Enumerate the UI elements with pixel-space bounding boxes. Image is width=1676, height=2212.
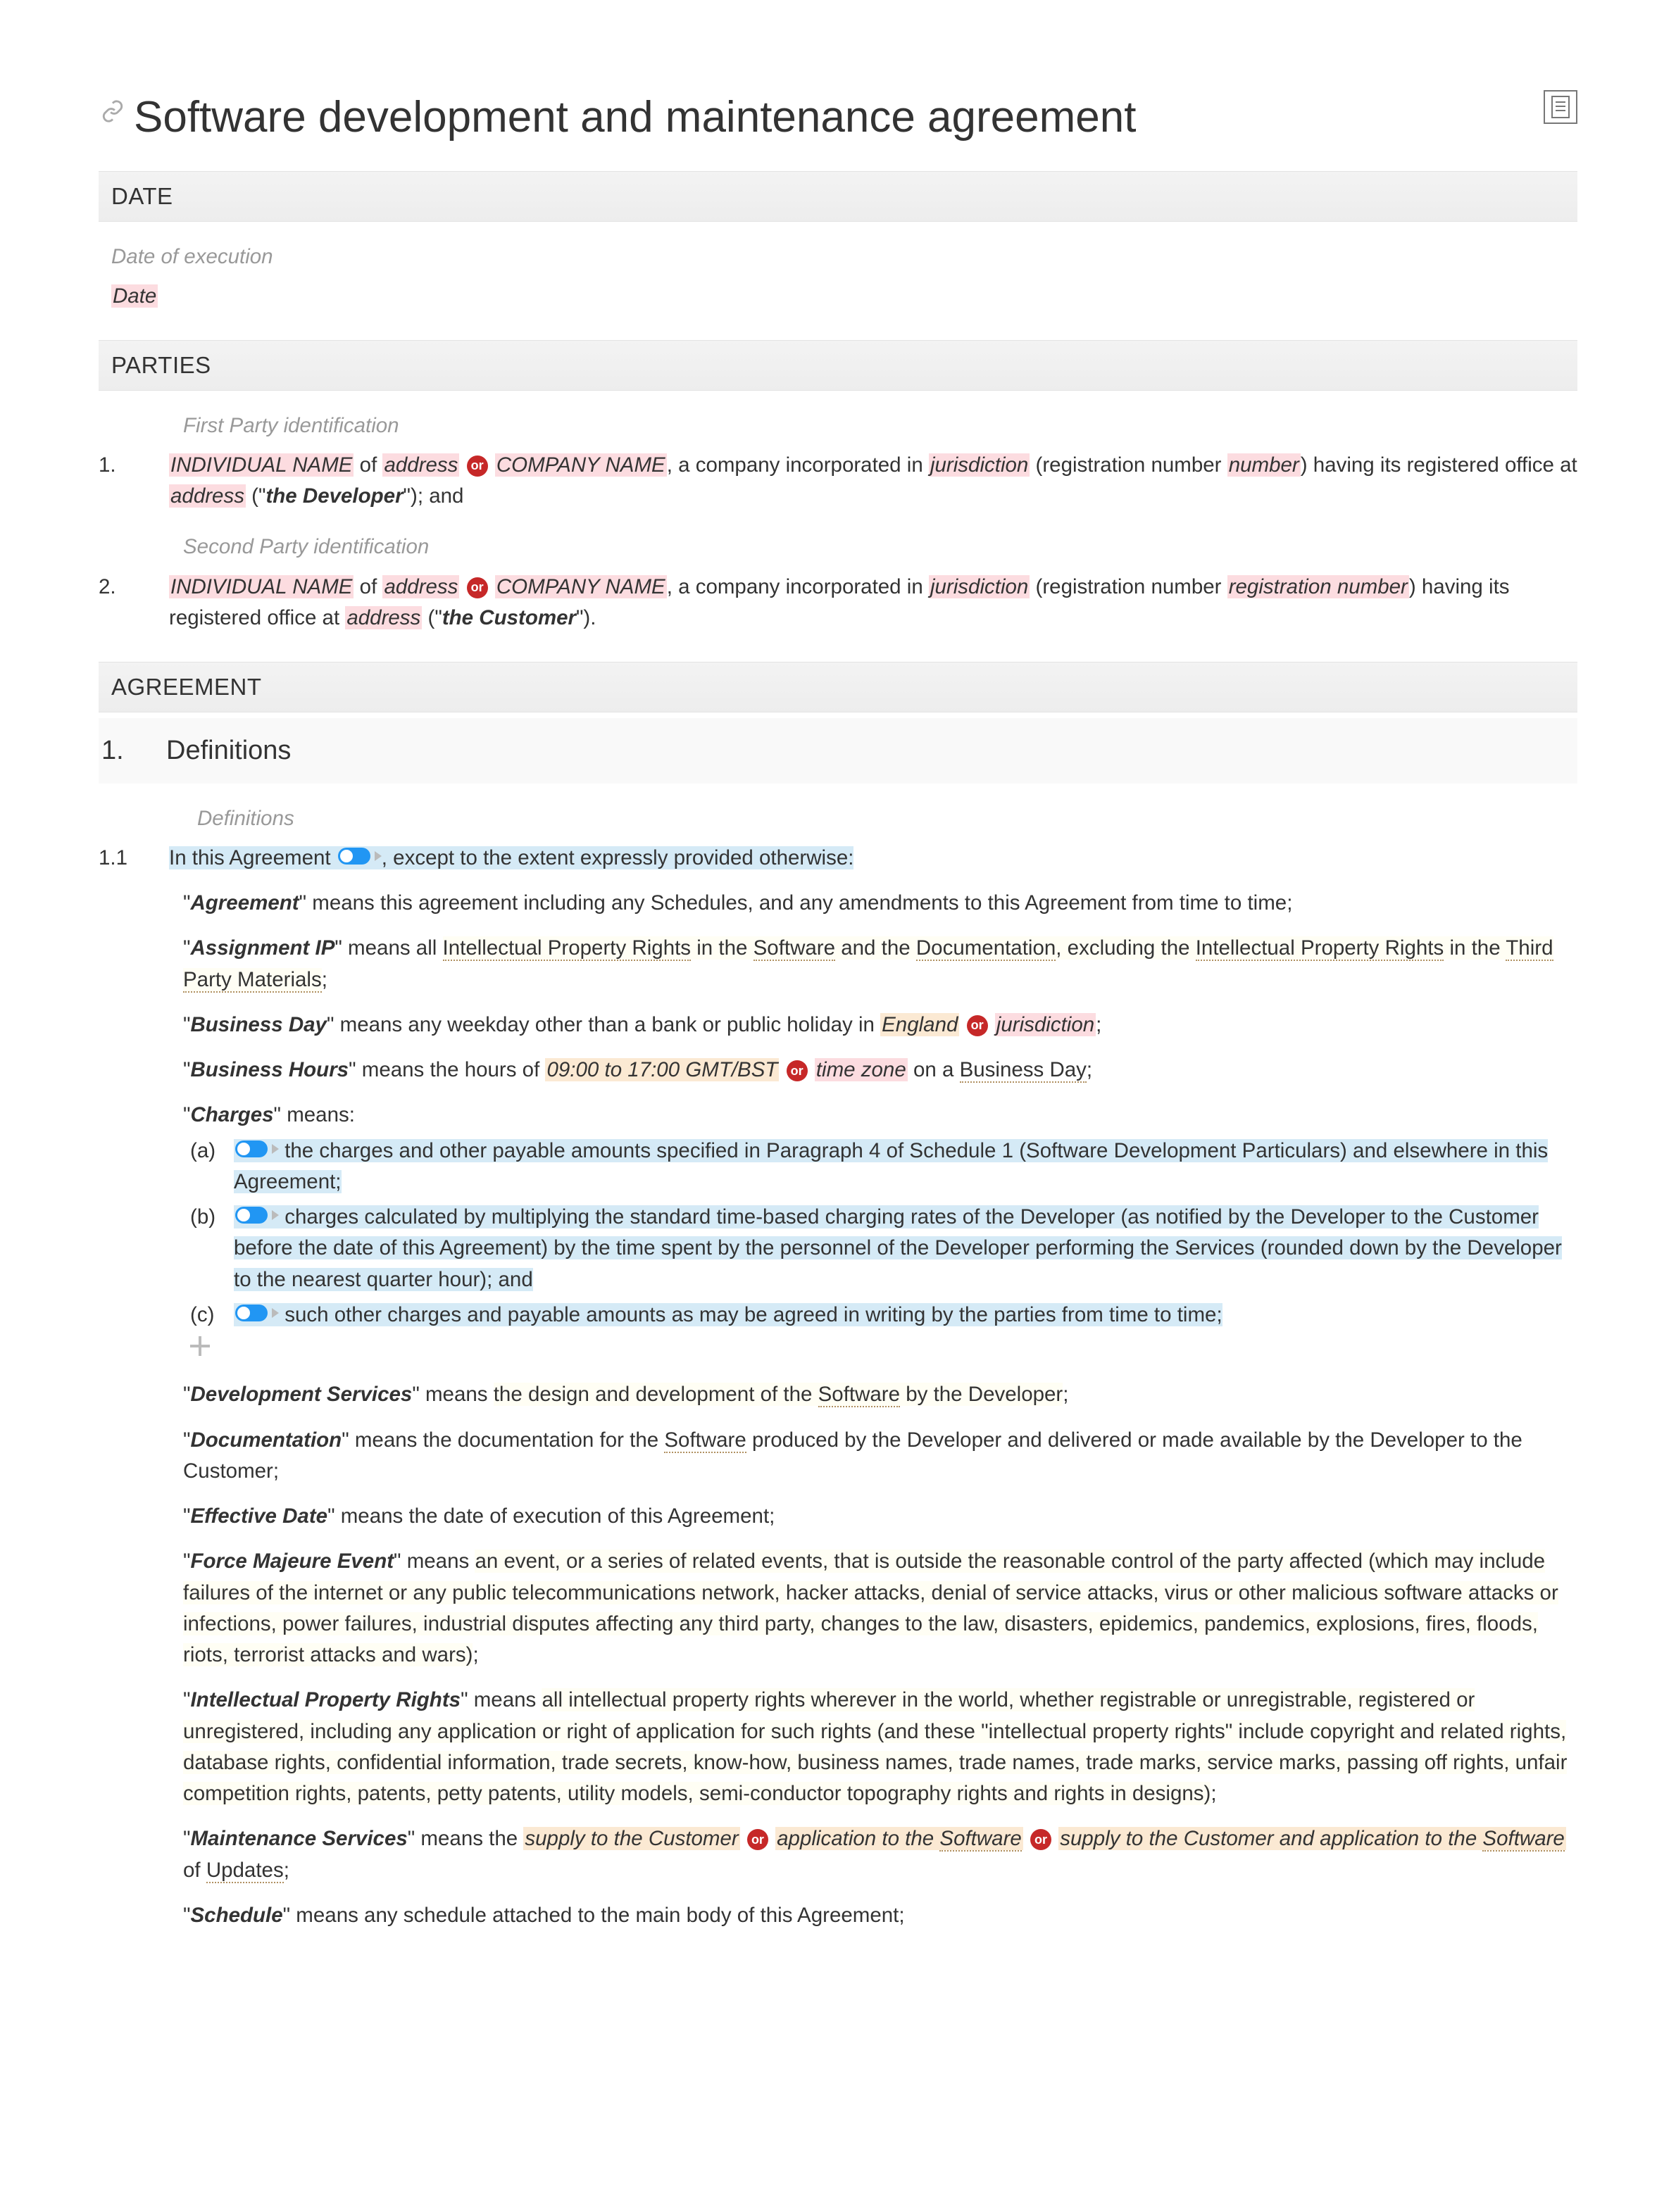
company-name-field[interactable]: COMPANY NAME [495,575,667,598]
def-dev-services: "Development Services" means the design … [183,1379,1577,1410]
england-field[interactable]: England [880,1013,959,1036]
party1-label: First Party identification [183,410,1577,441]
timezone-field[interactable]: time zone [815,1058,908,1081]
or-pill[interactable]: or [787,1060,808,1081]
number-field[interactable]: number [1227,453,1301,477]
section-parties-heading: PARTIES [99,340,1577,391]
address-field-2[interactable]: address [169,484,246,508]
clause-1-1-number: 1.1 [99,843,155,874]
toggle-control[interactable] [234,1207,279,1224]
def-assignment-ip: "Assignment IP" means all Intellectual P… [183,933,1577,995]
add-item-icon[interactable] [190,1336,210,1356]
individual-name-field[interactable]: INDIVIDUAL NAME [169,575,354,598]
developer-term: the Developer [265,484,403,508]
section-date-heading: DATE [99,171,1577,222]
charges-a-label: (a) [190,1136,225,1167]
address-field[interactable]: address [382,453,459,477]
address-field-2[interactable]: address [345,606,422,629]
party2-label: Second Party identification [183,532,1577,563]
def-business-hours: "Business Hours" means the hours of 09:0… [183,1055,1577,1086]
charges-b-label: (b) [190,1202,225,1233]
toc-icon [1551,96,1570,118]
def-charges: "Charges" means: (a) the charges and oth… [183,1100,1577,1365]
jurisdiction-field[interactable]: jurisdiction [929,575,1030,598]
definitions-heading: 1. Definitions [99,718,1577,784]
charges-b-body: charges calculated by multiplying the st… [234,1205,1562,1291]
def-schedule: "Schedule" means any schedule attached t… [183,1900,1577,1931]
def-business-day: "Business Day" means any weekday other t… [183,1010,1577,1041]
party2-body: INDIVIDUAL NAME of address or COMPANY NA… [169,572,1577,634]
party2-number: 2. [99,572,155,603]
def-documentation: "Documentation" means the documentation … [183,1425,1577,1488]
company-name-field[interactable]: COMPANY NAME [495,453,667,477]
maint-opt1[interactable]: supply to the Customer [523,1827,739,1850]
charges-c-label: (c) [190,1300,225,1331]
def-ipr: "Intellectual Property Rights" means all… [183,1685,1577,1809]
jurisdiction-field[interactable]: jurisdiction [929,453,1030,477]
reg-number-field[interactable]: registration number [1227,575,1409,598]
charges-c-body: such other charges and payable amounts a… [234,1303,1222,1326]
or-pill[interactable]: or [467,455,488,477]
hours-field[interactable]: 09:00 to 17:00 GMT/BST [545,1058,779,1081]
customer-term: the Customer [442,606,576,629]
date-field[interactable]: Date [111,284,158,308]
def-force-majeure: "Force Majeure Event" means an event, or… [183,1546,1577,1671]
or-pill[interactable]: or [1030,1829,1051,1850]
party1-number: 1. [99,450,155,481]
or-pill[interactable]: or [967,1015,988,1036]
individual-name-field[interactable]: INDIVIDUAL NAME [169,453,354,477]
def-effective-date: "Effective Date" means the date of execu… [183,1501,1577,1532]
anchor-link-icon[interactable] [99,97,127,125]
section-agreement-heading: AGREEMENT [99,662,1577,712]
date-label: Date of execution [111,241,1577,272]
toggle-control[interactable] [337,848,382,865]
def-agreement: "Agreement" means this agreement includi… [183,888,1577,919]
toggle-control[interactable] [234,1140,279,1157]
toggle-control[interactable] [234,1305,279,1321]
or-pill[interactable]: or [747,1829,768,1850]
definitions-label: Definitions [197,803,1577,834]
charges-a-body: the charges and other payable amounts sp… [234,1139,1548,1193]
address-field[interactable]: address [382,575,459,598]
party1-body: INDIVIDUAL NAME of address or COMPANY NA… [169,450,1577,513]
jurisdiction-field[interactable]: jurisdiction [995,1013,1096,1036]
def-maintenance: "Maintenance Services" means the supply … [183,1823,1577,1886]
or-pill[interactable]: or [467,577,488,598]
document-title: Software development and maintenance agr… [134,84,1544,150]
toc-button[interactable] [1544,90,1577,124]
clause-1-1-intro: In this Agreement , except to the extent… [169,843,1577,874]
